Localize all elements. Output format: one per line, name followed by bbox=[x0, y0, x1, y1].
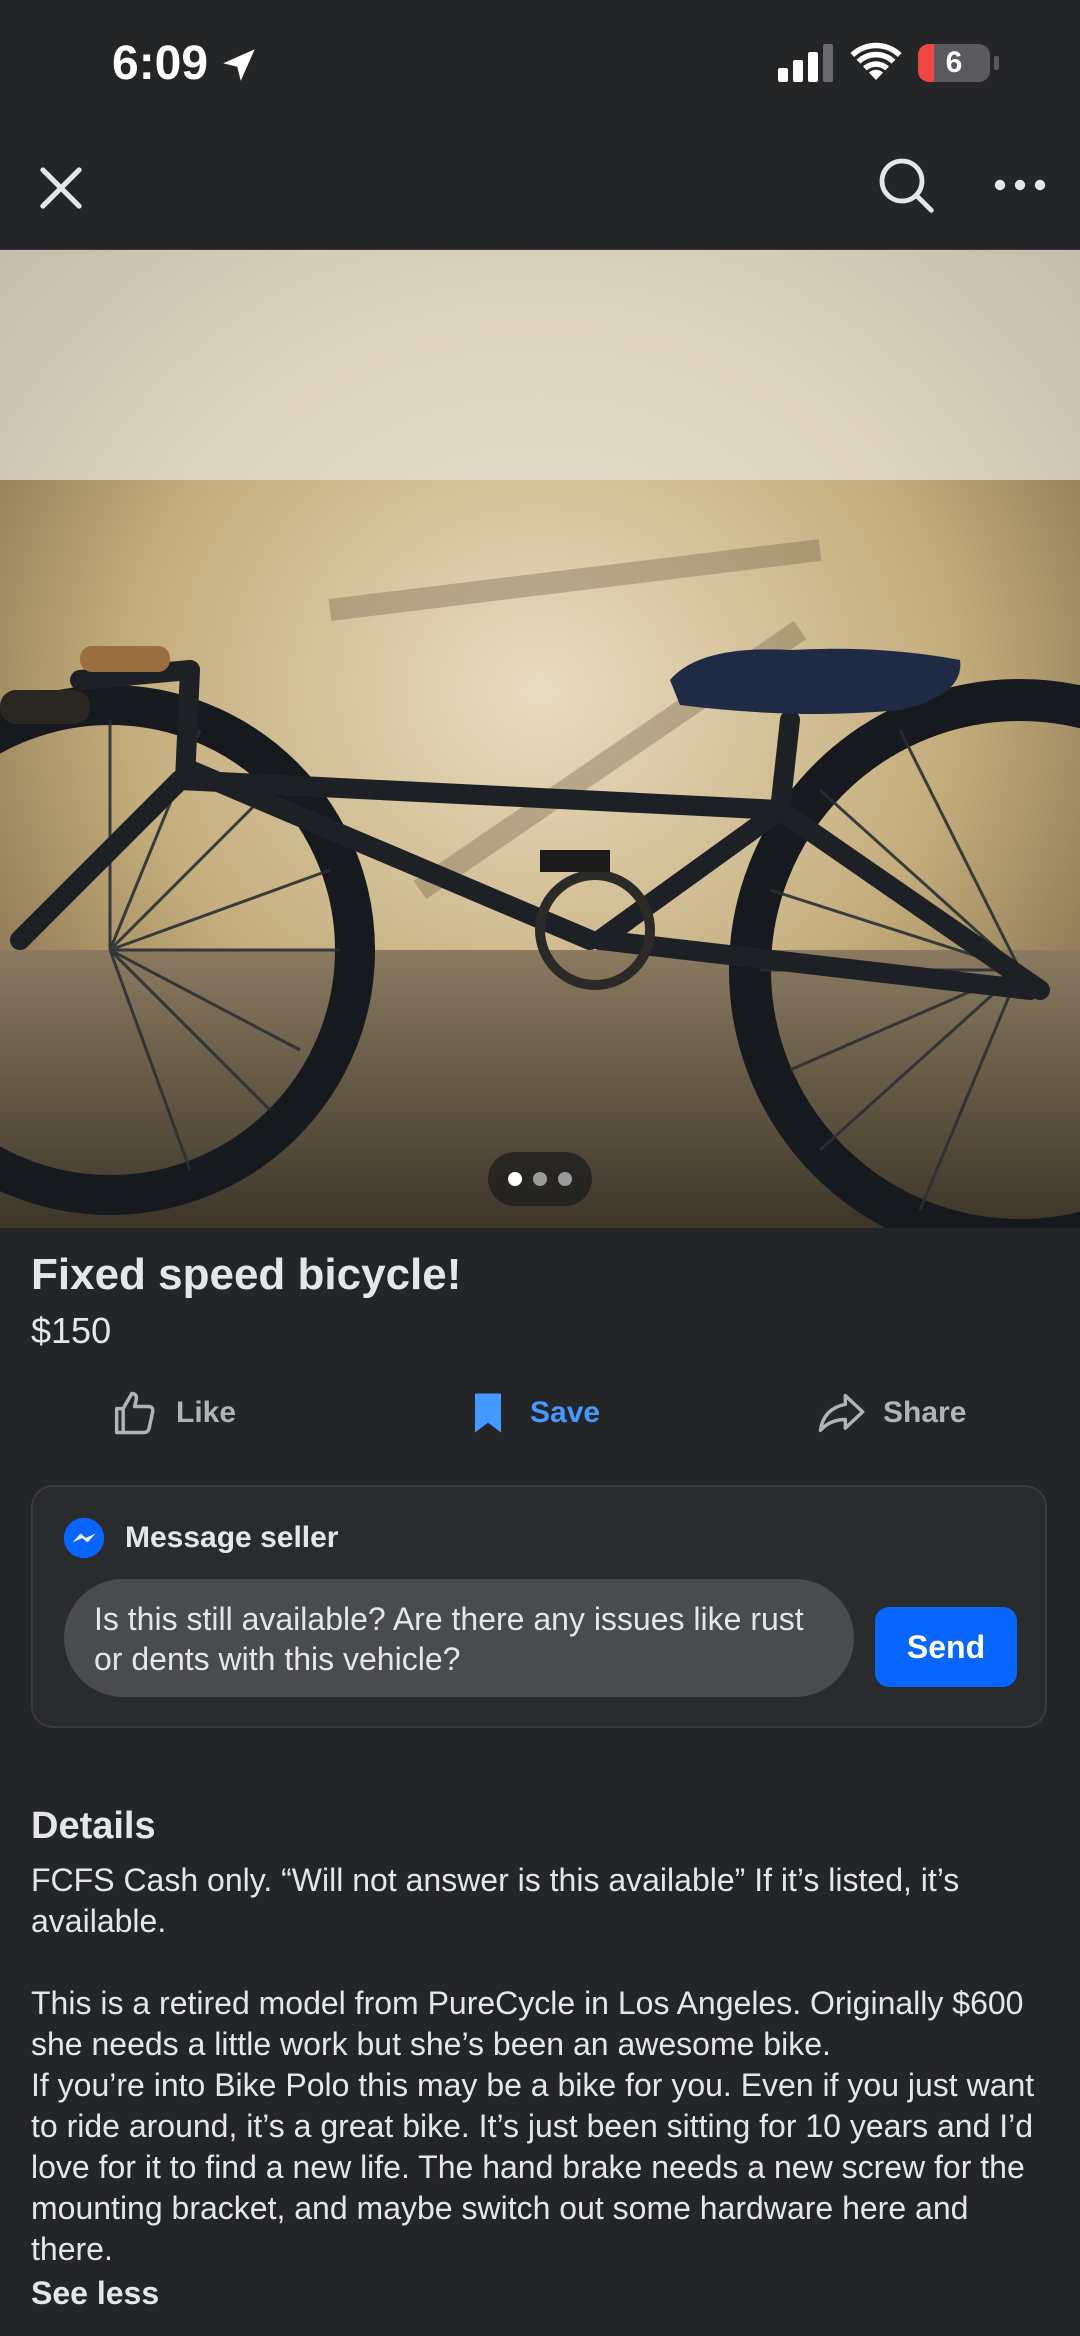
close-icon[interactable] bbox=[30, 157, 92, 219]
message-input[interactable]: Is this still available? Are there any i… bbox=[64, 1579, 854, 1697]
details-description: FCFS Cash only. “Will not answer is this… bbox=[31, 1860, 1051, 2270]
share-button[interactable]: Share bbox=[815, 1380, 966, 1446]
battery-icon: 6 bbox=[918, 44, 1000, 84]
like-label: Like bbox=[176, 1396, 237, 1429]
share-arrow-icon bbox=[818, 1393, 865, 1433]
status-bar: 6:09 6 bbox=[0, 0, 1080, 125]
bicycle-photo-image bbox=[0, 250, 1080, 1228]
share-label: Share bbox=[883, 1396, 967, 1429]
message-seller-heading: Message seller bbox=[125, 1521, 339, 1554]
like-button[interactable]: Like bbox=[108, 1380, 236, 1446]
details-heading: Details bbox=[31, 1805, 156, 1847]
top-nav-bar bbox=[0, 125, 1080, 250]
location-arrow-icon bbox=[223, 49, 255, 81]
listing-photo[interactable] bbox=[0, 250, 1080, 1228]
wifi-icon bbox=[850, 42, 902, 80]
save-label: Save bbox=[530, 1396, 601, 1429]
save-button[interactable]: Save bbox=[462, 1380, 600, 1446]
search-icon[interactable] bbox=[874, 153, 938, 217]
message-seller-header: Message seller bbox=[63, 1517, 338, 1559]
pager-dot-active bbox=[508, 1172, 522, 1186]
pager-dot bbox=[558, 1172, 572, 1186]
send-button[interactable]: Send bbox=[875, 1607, 1017, 1687]
bookmark-icon bbox=[475, 1393, 501, 1433]
see-less-link[interactable]: See less bbox=[31, 2275, 159, 2312]
details-paragraph: FCFS Cash only. “Will not answer is this… bbox=[31, 1862, 969, 1939]
battery-level: 6 bbox=[945, 46, 963, 79]
listing-title: Fixed speed bicycle! bbox=[31, 1250, 462, 1299]
thumbs-up-icon bbox=[114, 1391, 155, 1435]
cellular-signal-icon bbox=[778, 44, 833, 82]
more-icon[interactable] bbox=[990, 165, 1050, 205]
status-time: 6:09 bbox=[112, 37, 209, 90]
photo-pager[interactable] bbox=[488, 1152, 592, 1206]
pager-dot bbox=[533, 1172, 547, 1186]
messenger-icon bbox=[63, 1517, 105, 1559]
listing-actions: Like Save Share bbox=[0, 1380, 1080, 1446]
details-paragraph: This is a retired model from PureCycle i… bbox=[31, 1985, 1035, 2267]
listing-price: $150 bbox=[31, 1310, 112, 1351]
message-seller-card: Message seller Is this still available? … bbox=[31, 1485, 1047, 1728]
